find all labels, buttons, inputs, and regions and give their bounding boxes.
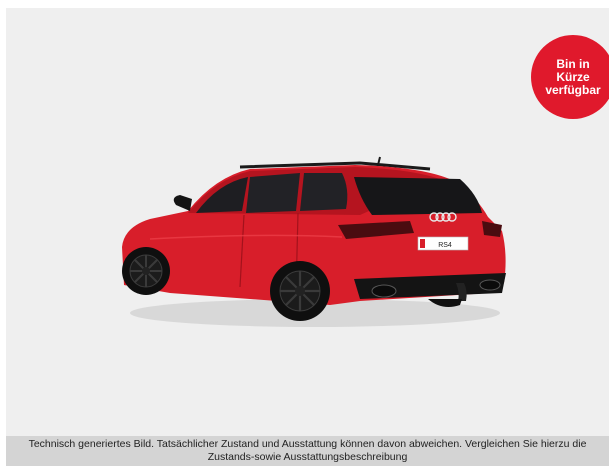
badge-line-3: verfügbar xyxy=(545,82,601,97)
badge-line-2: Kürze xyxy=(556,69,590,84)
image-disclaimer: Technisch generiertes Bild. Tatsächliche… xyxy=(6,436,609,466)
license-plate-label: RS4 xyxy=(438,242,452,249)
disclaimer-text: Technisch generiertes Bild. Tatsächliche… xyxy=(28,438,587,463)
availability-badge: Bin in Kürze verfügbar xyxy=(531,35,609,119)
car-rear-three-quarter-icon: RS4 xyxy=(122,156,506,327)
badge-line-1: Bin in xyxy=(556,56,590,71)
